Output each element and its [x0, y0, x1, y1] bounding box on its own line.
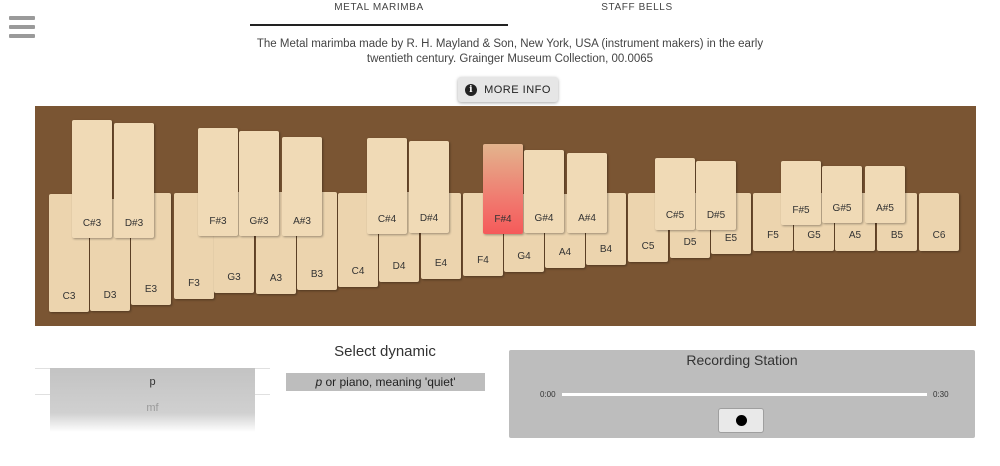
record-button[interactable]: [718, 408, 764, 433]
bar-A#5[interactable]: A#5: [865, 166, 905, 223]
bar-F#3[interactable]: F#3: [198, 128, 238, 236]
more-info-button[interactable]: i MORE INFO: [458, 77, 558, 102]
tab-staff-bells[interactable]: STAFF BELLS: [508, 0, 766, 24]
info-icon: i: [465, 83, 478, 96]
record-icon: [736, 415, 747, 426]
bar-D#4[interactable]: D#4: [409, 141, 449, 233]
dynamic-picker[interactable]: p mf: [35, 360, 270, 432]
instrument-description: The Metal marimba made by R. H. Mayland …: [256, 38, 764, 65]
dynamic-option-mf[interactable]: mf: [50, 402, 255, 414]
more-info-label: MORE INFO: [484, 83, 551, 96]
bar-C6[interactable]: C6: [919, 193, 959, 251]
recording-station-title: Recording Station: [686, 352, 798, 368]
bar-A#4[interactable]: A#4: [567, 153, 607, 233]
bar-G#5[interactable]: G#5: [822, 166, 862, 223]
recording-start-time: 0:00: [540, 390, 556, 399]
bar-C#4[interactable]: C#4: [367, 138, 407, 234]
bar-G#4[interactable]: G#4: [524, 150, 564, 233]
dynamic-option-p[interactable]: p: [50, 376, 255, 388]
bar-F#5[interactable]: F#5: [781, 161, 821, 225]
bar-G#3[interactable]: G#3: [239, 131, 279, 236]
recording-station: Recording Station 0:00 0:30: [509, 350, 975, 438]
dynamic-description: p or piano, meaning 'quiet': [286, 373, 485, 391]
recording-end-time: 0:30: [933, 390, 949, 399]
recording-progress-track[interactable]: [562, 393, 927, 396]
bar-D#3[interactable]: D#3: [114, 123, 154, 238]
bar-F#4[interactable]: F#4: [483, 144, 523, 234]
marimba-keyboard: C3 D3 E3 F3 G3 A3 B3 C4 D4 E4 F4 G4 A4 B…: [35, 106, 976, 326]
bar-C#3[interactable]: C#3: [72, 120, 112, 238]
hamburger-menu-icon[interactable]: [9, 16, 35, 40]
bar-C#5[interactable]: C#5: [655, 158, 695, 230]
tab-metal-marimba[interactable]: METAL MARIMBA: [250, 0, 508, 26]
bar-D#5[interactable]: D#5: [696, 161, 736, 230]
select-dynamic-title: Select dynamic: [334, 343, 436, 360]
bar-A#3[interactable]: A#3: [282, 137, 322, 236]
